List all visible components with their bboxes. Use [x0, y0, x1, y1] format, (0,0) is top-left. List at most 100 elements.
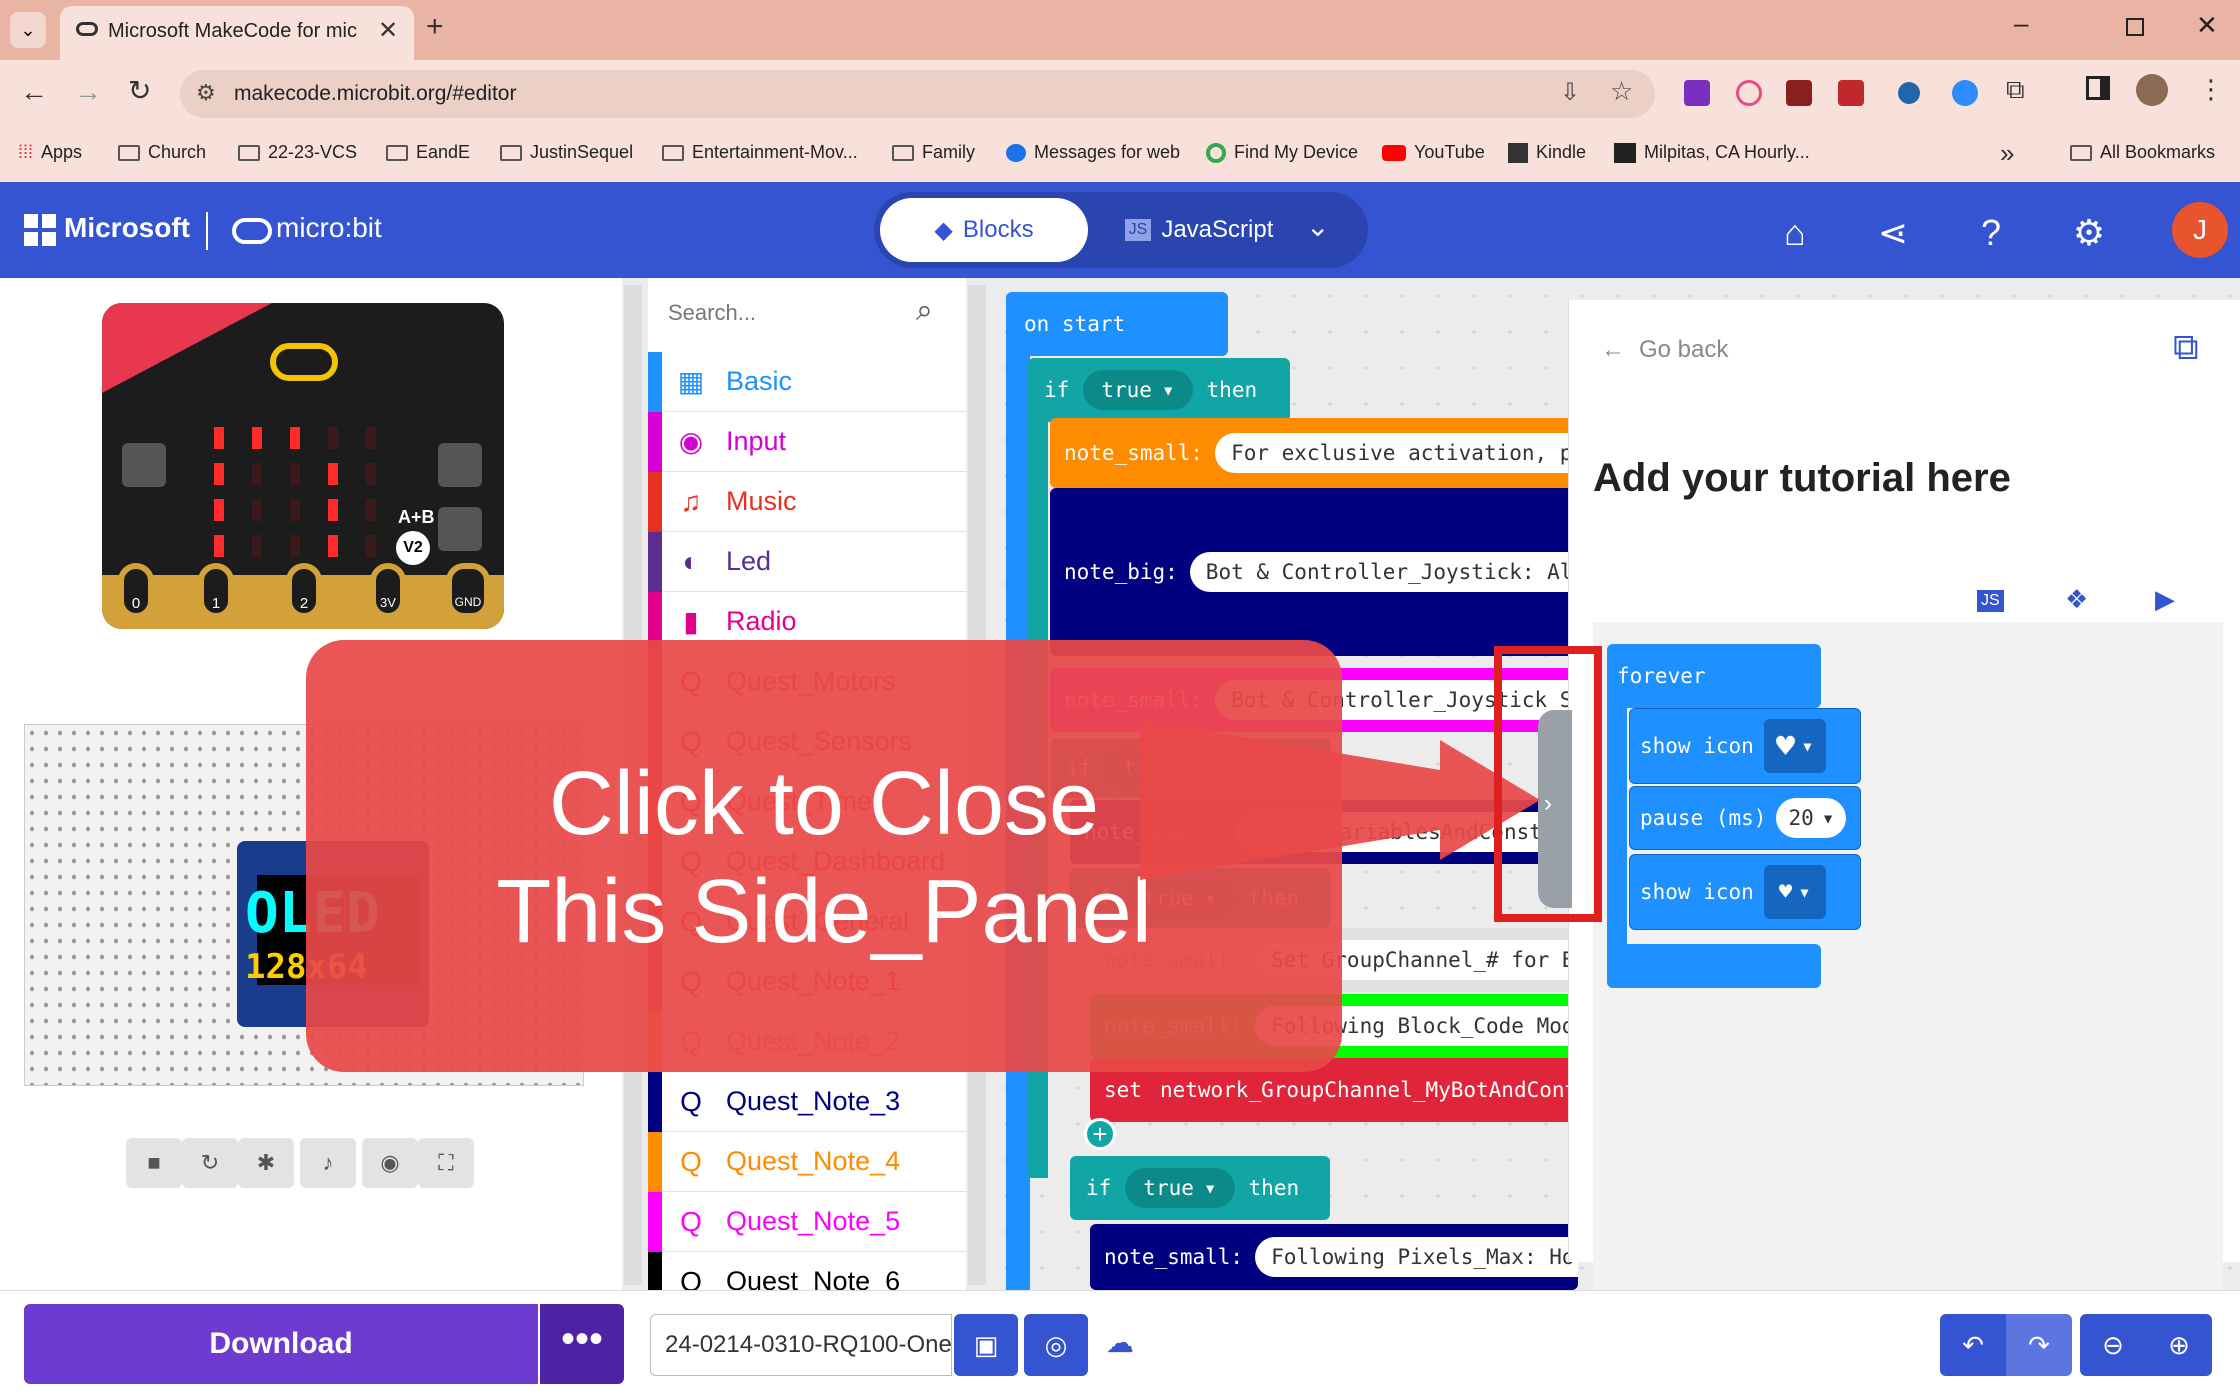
debug-bug-icon[interactable]: ✱: [238, 1138, 294, 1188]
install-app-icon[interactable]: ⇩: [1560, 78, 1580, 107]
button-b[interactable]: [438, 443, 482, 487]
extension-clickup-icon[interactable]: [1736, 80, 1762, 106]
bookmark-family[interactable]: Family: [892, 142, 975, 163]
share-icon[interactable]: ⋖: [1870, 210, 1916, 256]
bookmark-justinsequel[interactable]: JustinSequel: [500, 142, 633, 163]
button-ab[interactable]: [438, 507, 482, 551]
pin-gnd[interactable]: GND: [446, 563, 490, 619]
fullscreen-icon[interactable]: ⛶: [418, 1138, 474, 1188]
pause-value-dropdown[interactable]: 20 ▾: [1776, 798, 1847, 838]
category-input[interactable]: ◉ Input: [648, 412, 966, 472]
bookmark-eande[interactable]: EandE: [386, 142, 470, 163]
screenshot-camera-icon[interactable]: ◉: [362, 1138, 418, 1188]
category-quest-note-3[interactable]: Q Quest_Note_3: [648, 1072, 966, 1132]
show-icon-block-1[interactable]: show icon ♥ ▾: [1629, 708, 1861, 784]
cloud-sync-icon[interactable]: ☁: [1106, 1326, 1134, 1359]
home-icon[interactable]: ⌂: [1772, 210, 1818, 256]
true-dropdown[interactable]: true▾: [1083, 370, 1193, 410]
button-a[interactable]: [122, 443, 166, 487]
zoom-out-icon[interactable]: ⊖: [2080, 1314, 2146, 1376]
bookmark-kindle[interactable]: Kindle: [1508, 142, 1586, 163]
javascript-mode-button[interactable]: JS JavaScript: [1099, 198, 1299, 262]
heart-icon-picker[interactable]: ♥ ▾: [1763, 719, 1826, 773]
restart-icon[interactable]: ↻: [182, 1138, 238, 1188]
download-button[interactable]: Download: [24, 1304, 538, 1384]
note-small-block-1[interactable]: note_small: For exclusive activation, pl…: [1050, 418, 1578, 488]
undo-icon[interactable]: ↶: [1940, 1314, 2006, 1376]
note-big-block[interactable]: note_big: Bot & Controller_Joystick: All…: [1050, 488, 1578, 656]
site-info-icon[interactable]: ⚙: [196, 80, 216, 106]
bookmark-22-23-vcs[interactable]: 22-23-VCS: [238, 142, 357, 163]
help-icon[interactable]: ?: [1968, 210, 2014, 256]
if-block-4[interactable]: if true ▾ then: [1070, 1156, 1330, 1220]
category-quest-note-4[interactable]: Q Quest_Note_4: [648, 1132, 966, 1192]
small-heart-icon-picker[interactable]: ♥ ▾: [1763, 865, 1826, 919]
extension-h-icon[interactable]: [1786, 80, 1812, 106]
extension-zoom-icon[interactable]: [1952, 80, 1978, 106]
sound-icon[interactable]: ♪: [300, 1138, 356, 1188]
download-more-icon[interactable]: •••: [540, 1304, 624, 1384]
more-bookmarks-icon[interactable]: »: [2000, 138, 2014, 169]
pin-0[interactable]: 0: [118, 563, 154, 619]
category-quest-note-5[interactable]: Q Quest_Note_5: [648, 1192, 966, 1252]
browser-tab[interactable]: Microsoft MakeCode for micro: ✕: [60, 6, 414, 60]
touch-logo-icon[interactable]: [270, 343, 338, 381]
tab-close-icon[interactable]: ✕: [378, 16, 398, 45]
new-tab-icon[interactable]: +: [426, 10, 444, 44]
minimize-icon[interactable]: –: [2014, 8, 2028, 39]
category-basic[interactable]: ▦ Basic: [648, 352, 966, 412]
blocks-mode-button[interactable]: ◆ Blocks: [880, 198, 1088, 262]
if-block-1[interactable]: if true ▾ then: [1028, 358, 1290, 422]
pin-3v[interactable]: 3V: [370, 563, 406, 619]
sidebar-icon[interactable]: [2086, 76, 2110, 100]
pin-1[interactable]: 1: [198, 563, 234, 619]
user-avatar[interactable]: J: [2172, 202, 2228, 258]
javascript-icon[interactable]: JS: [1977, 590, 2004, 612]
bookmark-messages[interactable]: Messages for web: [1006, 142, 1180, 163]
bookmark-find-my-device[interactable]: Find My Device: [1206, 142, 1358, 163]
tab-list-chevron-icon[interactable]: ⌄: [10, 12, 46, 48]
microbit-board[interactable]: A+B V2 0 1 2 3V GND: [102, 303, 504, 629]
back-icon[interactable]: ←: [20, 76, 48, 108]
address-bar[interactable]: ⚙ makecode.microbit.org/#editor ⇩ ☆: [180, 70, 1655, 118]
bookmark-milpitas-weather[interactable]: Milpitas, CA Hourly...: [1614, 142, 1810, 163]
note-small-block-6[interactable]: note_small: Following Pixels_Max: Hor: [1090, 1224, 1578, 1290]
save-icon[interactable]: ▣: [954, 1314, 1018, 1376]
github-icon[interactable]: ◎: [1024, 1314, 1088, 1376]
microsoft-logo-icon[interactable]: [24, 214, 56, 246]
go-back-button[interactable]: ← Go back: [1601, 336, 1728, 364]
category-led[interactable]: ◐ Led: [648, 532, 966, 592]
bookmark-all[interactable]: All Bookmarks: [2070, 142, 2215, 163]
profile-avatar[interactable]: [2136, 74, 2168, 106]
bookmark-star-icon[interactable]: ☆: [1610, 76, 1633, 107]
stop-icon[interactable]: ■: [126, 1138, 182, 1188]
true-dropdown[interactable]: true▾: [1125, 1168, 1235, 1208]
variable-dropdown[interactable]: network_GroupChannel_MyBotAndContr: [1160, 1078, 1578, 1102]
redo-icon[interactable]: ↷: [2006, 1314, 2072, 1376]
category-music[interactable]: ♫ Music: [648, 472, 966, 532]
extension-onenote-icon[interactable]: [1684, 80, 1710, 106]
forever-block[interactable]: forever: [1607, 644, 1821, 708]
popout-icon[interactable]: ⧉: [2173, 326, 2199, 369]
zoom-in-icon[interactable]: ⊕: [2146, 1314, 2212, 1376]
microbit-logo-text[interactable]: micro:bit: [276, 212, 382, 244]
extension-network-icon[interactable]: [1898, 82, 1920, 104]
run-play-icon[interactable]: ▶: [2155, 584, 2175, 615]
bookmark-entertainment[interactable]: Entertainment-Mov...: [662, 142, 858, 163]
on-start-block[interactable]: on start: [1006, 292, 1228, 356]
forward-icon[interactable]: →: [74, 76, 102, 108]
reload-icon[interactable]: ↻: [128, 74, 151, 107]
settings-gear-icon[interactable]: ⚙: [2066, 210, 2112, 256]
toolbox-search-input[interactable]: Search...: [654, 292, 960, 340]
add-branch-icon[interactable]: +: [1084, 1118, 1116, 1150]
restore-icon[interactable]: [2126, 18, 2144, 36]
window-close-icon[interactable]: ✕: [2196, 10, 2218, 41]
pin-2[interactable]: 2: [286, 563, 322, 619]
browser-menu-icon[interactable]: ⋮: [2198, 74, 2224, 105]
search-icon[interactable]: ⌕: [916, 294, 933, 328]
bookmark-church[interactable]: Church: [118, 142, 206, 163]
pause-block[interactable]: pause (ms) 20 ▾: [1629, 786, 1861, 850]
show-icon-block-2[interactable]: show icon ♥ ▾: [1629, 854, 1861, 930]
bookmark-apps[interactable]: ⁞⁞⁞ Apps: [18, 142, 82, 163]
project-name-input[interactable]: 24-0214-0310-RQ100-One: [650, 1314, 952, 1376]
